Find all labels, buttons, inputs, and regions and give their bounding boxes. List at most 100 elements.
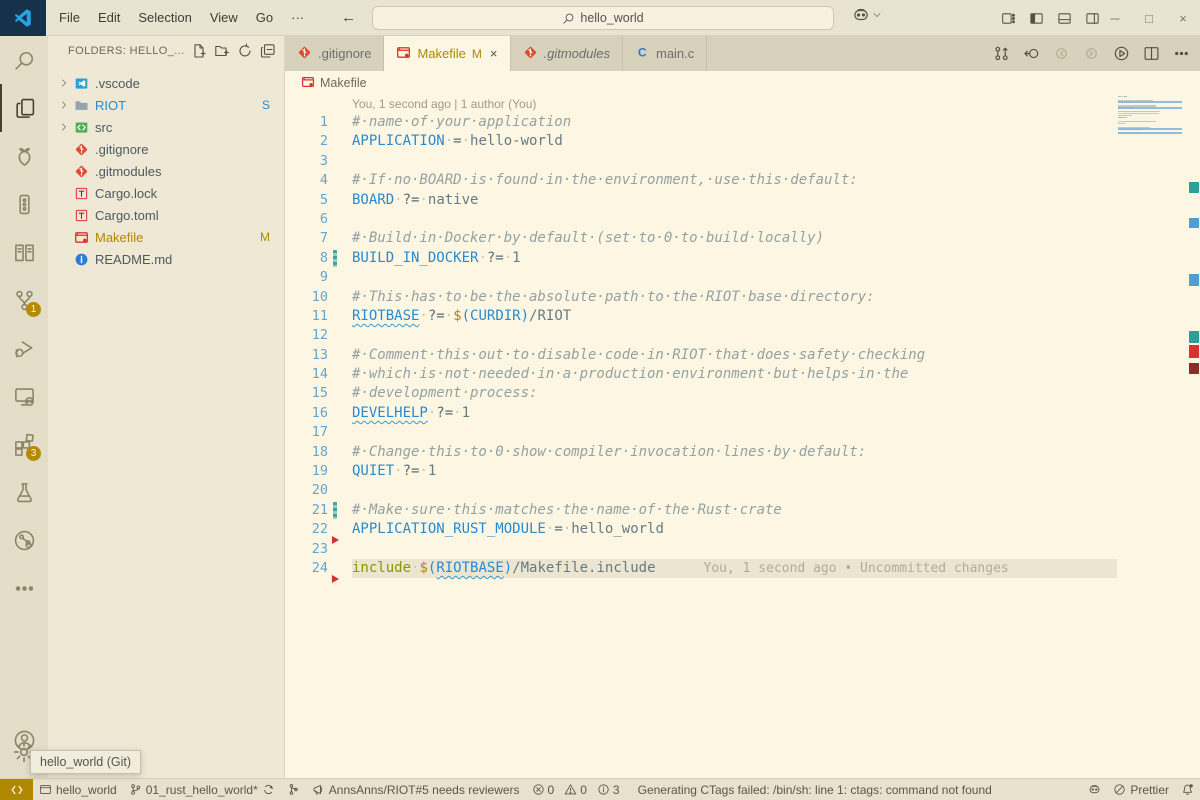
line-number[interactable]: 21 <box>285 501 328 520</box>
code-line-19[interactable]: 19QUIET·?=·1 <box>285 462 1200 481</box>
line-number[interactable]: 13 <box>285 346 328 365</box>
overview-ruler[interactable] <box>1186 95 1200 778</box>
tree-item-cargo.toml[interactable]: Cargo.toml <box>48 204 284 226</box>
code-line-21[interactable]: 21#·Make·sure·this·matches·the·name·of·t… <box>285 501 1200 520</box>
new-file-icon[interactable] <box>191 43 207 59</box>
line-number[interactable]: 19 <box>285 462 328 481</box>
status-problems[interactable]: 003 <box>526 779 632 800</box>
activity-extension-ruler[interactable] <box>0 180 48 228</box>
line-number[interactable]: 22 <box>285 520 328 539</box>
line-number[interactable]: 9 <box>285 268 328 287</box>
nav-back-icon[interactable]: ← <box>341 9 356 26</box>
explorer-section-title[interactable]: FOLDERS: HELLO_... <box>68 45 191 57</box>
line-number[interactable]: 15 <box>285 384 328 403</box>
activity-explorer[interactable] <box>0 84 48 132</box>
code-editor[interactable]: You, 1 second ago | 1 author (You) 1#·na… <box>285 95 1200 778</box>
code-line-13[interactable]: 13#·Comment·this·out·to·disable·code·in·… <box>285 346 1200 365</box>
menu-edit[interactable]: Edit <box>89 6 129 29</box>
activity-search[interactable] <box>0 36 48 84</box>
tree-item-src[interactable]: src <box>48 116 284 138</box>
activity-dependency-graph[interactable] <box>0 516 48 564</box>
menu-file[interactable]: File <box>50 6 89 29</box>
code-line-17[interactable]: 17 <box>285 423 1200 442</box>
menu-go[interactable]: Go <box>247 6 282 29</box>
tree-item-vscode[interactable]: .vscode <box>48 72 284 94</box>
tree-item-gitignore[interactable]: .gitignore <box>48 138 284 160</box>
line-number[interactable]: 11 <box>285 307 328 326</box>
activity-more-views[interactable] <box>0 564 48 612</box>
copilot-menu[interactable] <box>852 6 882 24</box>
status-prettier[interactable]: Prettier <box>1107 783 1175 797</box>
code-line-5[interactable]: 5BOARD·?=·native <box>285 191 1200 210</box>
line-number[interactable]: 12 <box>285 326 328 345</box>
menu-[interactable]: ··· <box>282 6 313 29</box>
customize-layout-icon[interactable] <box>1001 11 1016 26</box>
line-number[interactable]: 18 <box>285 443 328 462</box>
minimap[interactable] <box>1118 95 1182 140</box>
status-pr-status[interactable]: AnnsAnns/RIOT#5 needs reviewers <box>306 779 526 800</box>
split-editor-icon[interactable] <box>1143 45 1160 62</box>
close-button[interactable]: × <box>1166 11 1200 26</box>
collapse-all-icon[interactable] <box>260 43 276 59</box>
code-line-24[interactable]: 24include·$(RIOTBASE)/Makefile.includeYo… <box>285 559 1200 578</box>
line-number[interactable]: 8 <box>285 249 328 268</box>
close-tab-icon[interactable]: × <box>490 46 498 61</box>
code-line-22[interactable]: 22APPLICATION_RUST_MODULE·=·hello_world <box>285 520 1200 539</box>
line-number[interactable]: 3 <box>285 152 328 171</box>
tree-item-riot[interactable]: RIOTS <box>48 94 284 116</box>
code-line-23[interactable]: 23 <box>285 540 1200 559</box>
tree-item-gitmodules[interactable]: .gitmodules <box>48 160 284 182</box>
tab-gitmodules[interactable]: .gitmodules <box>511 36 623 71</box>
menu-view[interactable]: View <box>201 6 247 29</box>
line-number[interactable]: 10 <box>285 288 328 307</box>
next-change-icon[interactable] <box>1083 45 1100 62</box>
new-folder-icon[interactable] <box>214 43 230 59</box>
command-center-search[interactable]: hello_world <box>372 6 834 30</box>
activity-testing[interactable] <box>0 468 48 516</box>
status-ctags-message[interactable]: Generating CTags failed: /bin/sh: line 1… <box>632 779 998 800</box>
maximize-button[interactable]: □ <box>1132 11 1166 26</box>
tab-main.c[interactable]: Cmain.c <box>623 36 707 71</box>
tab-makefile[interactable]: MakefileM× <box>384 36 510 71</box>
line-number[interactable]: 4 <box>285 171 328 190</box>
tree-item-cargo.lock[interactable]: Cargo.lock <box>48 182 284 204</box>
toggle-primary-sidebar-icon[interactable] <box>1029 11 1044 26</box>
status-notifications[interactable] <box>1175 783 1200 796</box>
code-line-18[interactable]: 18#·Change·this·to·0·show·compiler·invoc… <box>285 443 1200 462</box>
toggle-panel-icon[interactable] <box>1057 11 1072 26</box>
code-line-7[interactable]: 7#·Build·in·Docker·by·default·(set·to·0·… <box>285 229 1200 248</box>
status-remote-indicator[interactable] <box>0 779 33 800</box>
discard-changes-icon[interactable] <box>1023 45 1040 62</box>
activity-docs[interactable] <box>0 228 48 276</box>
code-line-3[interactable]: 3 <box>285 152 1200 171</box>
code-line-4[interactable]: 4#·If·no·BOARD·is·found·in·the·environme… <box>285 171 1200 190</box>
code-line-20[interactable]: 20 <box>285 481 1200 500</box>
line-number[interactable]: 24 <box>285 559 328 578</box>
status-git-branch[interactable]: 01_rust_hello_world* <box>123 779 281 800</box>
line-number[interactable]: 17 <box>285 423 328 442</box>
line-number[interactable]: 23 <box>285 540 328 559</box>
status-workspace[interactable]: hello_world <box>33 779 123 800</box>
run-or-debug-icon[interactable] <box>1113 45 1130 62</box>
code-line-10[interactable]: 10#·This·has·to·be·the·absolute·path·to·… <box>285 288 1200 307</box>
code-line-6[interactable]: 6 <box>285 210 1200 229</box>
more-actions-icon[interactable] <box>1173 45 1190 62</box>
gitlens-file-blame[interactable]: You, 1 second ago | 1 author (You) <box>352 95 1200 113</box>
tree-item-readme.md[interactable]: README.md <box>48 248 284 270</box>
tab-gitignore[interactable]: .gitignore <box>285 36 384 71</box>
previous-change-icon[interactable] <box>1053 45 1070 62</box>
breadcrumb[interactable]: Makefile <box>285 71 1200 95</box>
line-number[interactable]: 2 <box>285 132 328 151</box>
activity-extensions[interactable]: 3 <box>0 420 48 468</box>
tree-item-makefile[interactable]: MakefileM <box>48 226 284 248</box>
activity-remote-explorer[interactable] <box>0 372 48 420</box>
code-line-8[interactable]: 8BUILD_IN_DOCKER·?=·1 <box>285 249 1200 268</box>
line-number[interactable]: 16 <box>285 404 328 423</box>
code-line-12[interactable]: 12 <box>285 326 1200 345</box>
code-line-1[interactable]: 1#·name·of·your·application <box>285 113 1200 132</box>
code-line-9[interactable]: 9 <box>285 268 1200 287</box>
activity-run-debug[interactable] <box>0 324 48 372</box>
status-git-graph[interactable] <box>281 779 306 800</box>
menu-selection[interactable]: Selection <box>129 6 200 29</box>
code-line-16[interactable]: 16DEVELHELP·?=·1 <box>285 404 1200 423</box>
